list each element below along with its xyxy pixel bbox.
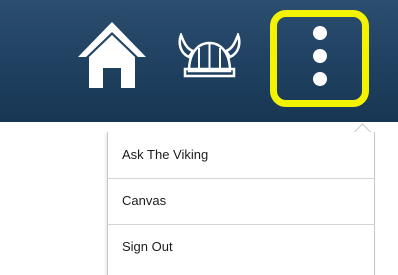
menu-item-canvas[interactable]: Canvas: [108, 178, 374, 223]
more-options-button[interactable]: [296, 18, 344, 96]
menu-item-ask-the-viking[interactable]: Ask The Viking: [108, 132, 374, 177]
more-vertical-icon: [313, 72, 327, 86]
top-header-bar: [0, 0, 398, 122]
viking-helmet-icon[interactable]: [177, 33, 242, 79]
home-icon[interactable]: [76, 20, 148, 90]
more-vertical-icon: [313, 49, 327, 63]
overflow-menu-dropdown: Ask The Viking Canvas Sign Out: [107, 132, 375, 275]
menu-item-sign-out[interactable]: Sign Out: [108, 224, 374, 269]
more-vertical-icon: [313, 26, 327, 40]
